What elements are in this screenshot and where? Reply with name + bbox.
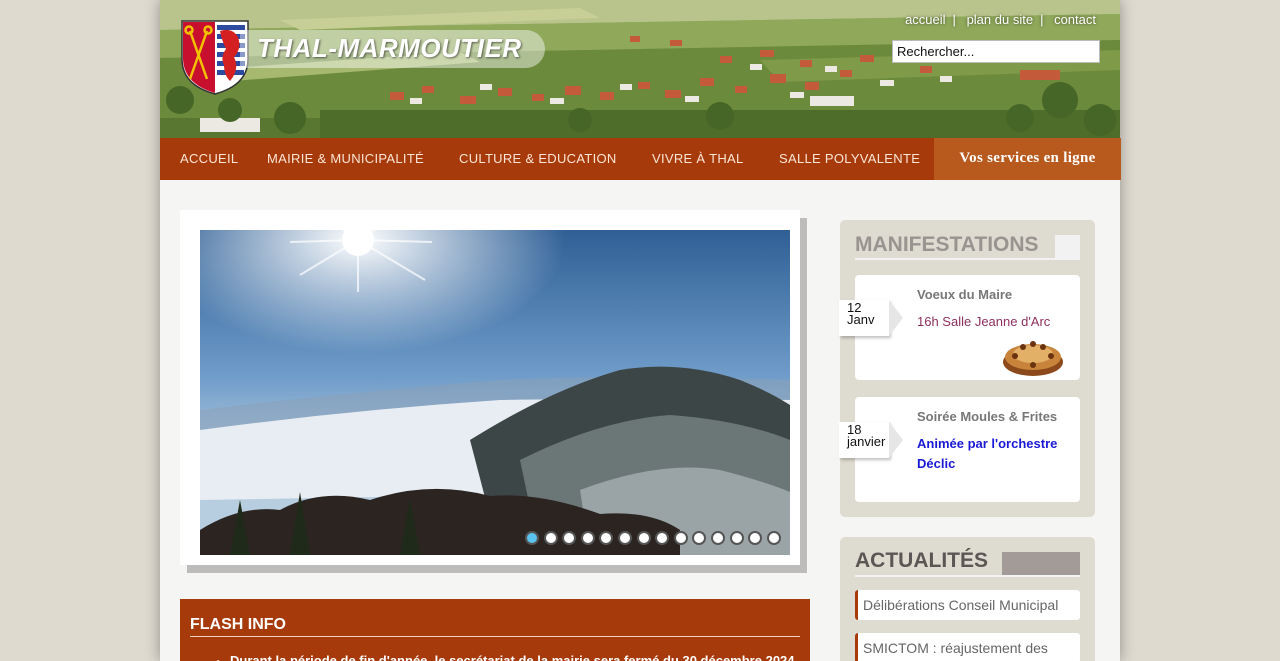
event-card[interactable]: 18 janvier Soirée Moules & Frites Animée… xyxy=(839,397,1080,502)
flash-info-panel: FLASH INFO • Durant la période de fin d'… xyxy=(180,599,810,661)
news-item[interactable]: SMICTOM : réajustement des xyxy=(855,633,1080,661)
galette-cake-icon xyxy=(1003,341,1063,376)
event-date: 12 Janv xyxy=(839,300,903,336)
divider xyxy=(190,636,800,637)
manifestations-panel: MANIFESTATIONS 12 Janv Voeux du Maire 16… xyxy=(839,220,1095,517)
image-slider xyxy=(180,210,800,565)
bullet-icon: • xyxy=(216,655,220,661)
news-item[interactable]: Délibérations Conseil Municipal xyxy=(855,590,1080,620)
event-title[interactable]: Voeux du Maire xyxy=(917,287,1012,302)
page: THAL-MARMOUTIER accueil | plan du site | c… xyxy=(160,0,1121,661)
slide-image[interactable] xyxy=(200,230,790,555)
event-month: Janv xyxy=(847,312,875,327)
manifestations-title: MANIFESTATIONS xyxy=(855,233,1039,256)
top-links: accueil | plan du site | contact xyxy=(905,12,1096,27)
event-title[interactable]: Soirée Moules & Frites xyxy=(917,409,1057,424)
site-header: THAL-MARMOUTIER accueil | plan du site | c… xyxy=(160,0,1120,138)
event-description: 16h Salle Jeanne d'Arc xyxy=(917,314,1051,329)
slider-dot-2[interactable] xyxy=(543,531,558,545)
link-accueil[interactable]: accueil xyxy=(905,12,945,27)
title-decoration xyxy=(1002,552,1080,577)
slider-dot-1[interactable] xyxy=(525,531,539,545)
link-contact[interactable]: contact xyxy=(1054,12,1096,27)
nav-item-accueil[interactable]: ACCUEIL xyxy=(180,151,238,166)
separator: | xyxy=(952,12,956,27)
nav-item-culture[interactable]: CULTURE & EDUCATION xyxy=(459,151,617,166)
divider xyxy=(855,258,1080,260)
slider-dot-12[interactable] xyxy=(729,531,744,545)
online-services-button[interactable]: Vos services en ligne xyxy=(934,138,1121,180)
slider-dot-4[interactable] xyxy=(580,531,595,545)
actualites-panel: ACTUALITÉS Délibérations Conseil Municip… xyxy=(840,537,1095,661)
site-logo-text[interactable]: THAL-MARMOUTIER xyxy=(257,33,522,64)
slider-dot-11[interactable] xyxy=(711,531,725,545)
search-input[interactable] xyxy=(892,40,1100,63)
flash-info-title: FLASH INFO xyxy=(190,616,286,633)
nav-item-salle[interactable]: SALLE POLYVALENTE xyxy=(779,151,920,166)
event-date: 18 janvier xyxy=(839,422,903,458)
separator: | xyxy=(1040,12,1044,27)
slider-dot-6[interactable] xyxy=(618,531,632,545)
slider-dot-14[interactable] xyxy=(766,531,781,545)
slider-dot-7[interactable] xyxy=(636,531,651,545)
event-description: Animée par l'orchestre Déclic xyxy=(917,436,1058,471)
divider xyxy=(855,575,1080,577)
event-card[interactable]: 12 Janv Voeux du Maire 16h Salle Jeanne … xyxy=(839,275,1080,380)
link-plan-du-site[interactable]: plan du site xyxy=(967,12,1034,27)
main-nav: ACCUEIL MAIRIE & MUNICIPALITÉ CULTURE & … xyxy=(160,138,1121,180)
nav-item-mairie[interactable]: MAIRIE & MUNICIPALITÉ xyxy=(267,151,424,166)
nav-item-vivre[interactable]: VIVRE À THAL xyxy=(652,151,744,166)
title-decoration xyxy=(1055,235,1080,260)
slider-dot-9[interactable] xyxy=(673,531,688,545)
actualites-title: ACTUALITÉS xyxy=(855,549,988,572)
event-month: janvier xyxy=(847,434,886,449)
flash-info-item[interactable]: Durant la période de fin d'année, le sec… xyxy=(230,653,795,661)
